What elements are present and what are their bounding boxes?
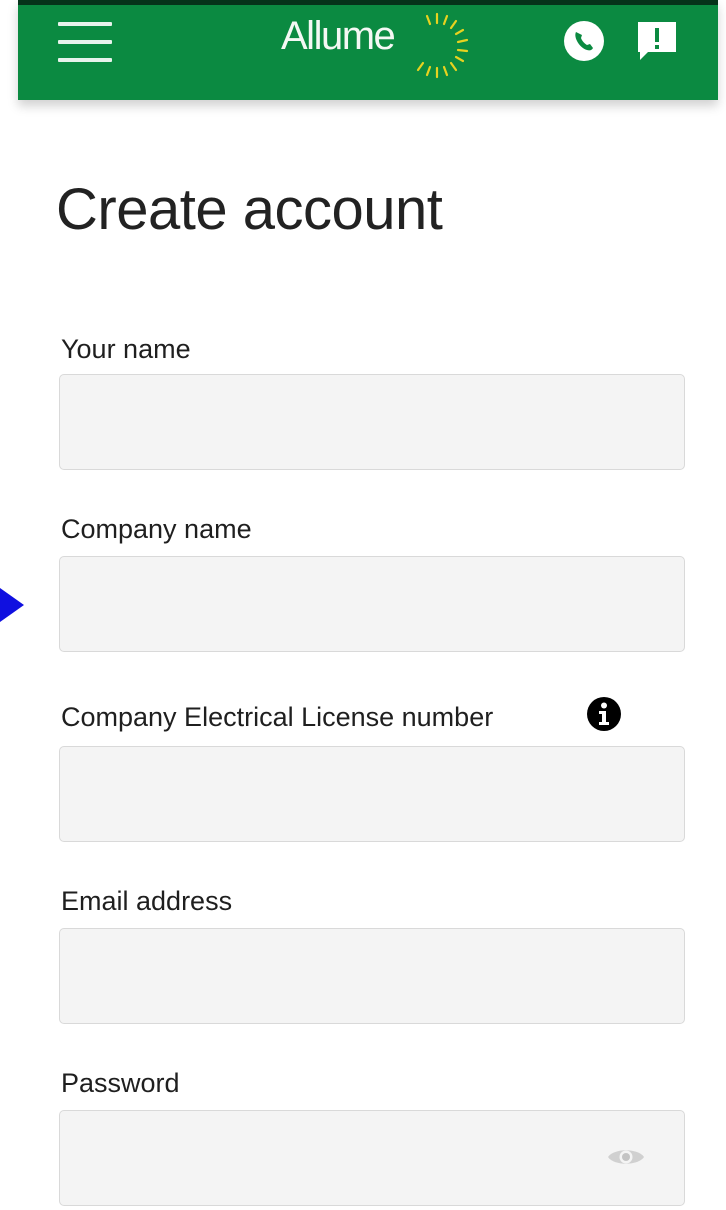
pointer-arrow-icon xyxy=(0,588,24,622)
logo-text: Allume xyxy=(281,14,396,58)
feedback-icon[interactable] xyxy=(634,18,680,64)
company-name-label: Company name xyxy=(61,514,252,544)
your-name-input[interactable] xyxy=(59,374,685,470)
your-name-label: Your name xyxy=(61,334,191,364)
email-address-input[interactable] xyxy=(59,928,685,1024)
top-navigation-bar: Allume xyxy=(18,0,718,100)
app-screen: Allume Create account Your name Company … xyxy=(0,0,726,1210)
license-number-label: Company Electrical License number xyxy=(61,702,494,732)
menu-line xyxy=(58,58,112,62)
password-input[interactable] xyxy=(59,1110,685,1206)
phone-icon[interactable] xyxy=(561,18,607,64)
hamburger-menu-icon[interactable] xyxy=(58,22,112,64)
eye-icon[interactable] xyxy=(606,1144,646,1170)
email-address-label: Email address xyxy=(61,886,233,916)
top-bar-rim xyxy=(18,0,718,5)
info-icon[interactable] xyxy=(586,696,622,732)
sun-rays-icon xyxy=(416,12,469,79)
license-number-input[interactable] xyxy=(59,746,685,842)
page-title: Create account xyxy=(56,177,443,242)
phone-icon-graphic xyxy=(564,21,604,61)
password-label: Password xyxy=(61,1068,180,1098)
menu-line xyxy=(58,22,112,26)
company-name-input[interactable] xyxy=(59,556,685,652)
allume-logo[interactable]: Allume xyxy=(281,6,491,79)
feedback-icon-graphic xyxy=(638,22,676,60)
menu-line xyxy=(58,40,112,44)
